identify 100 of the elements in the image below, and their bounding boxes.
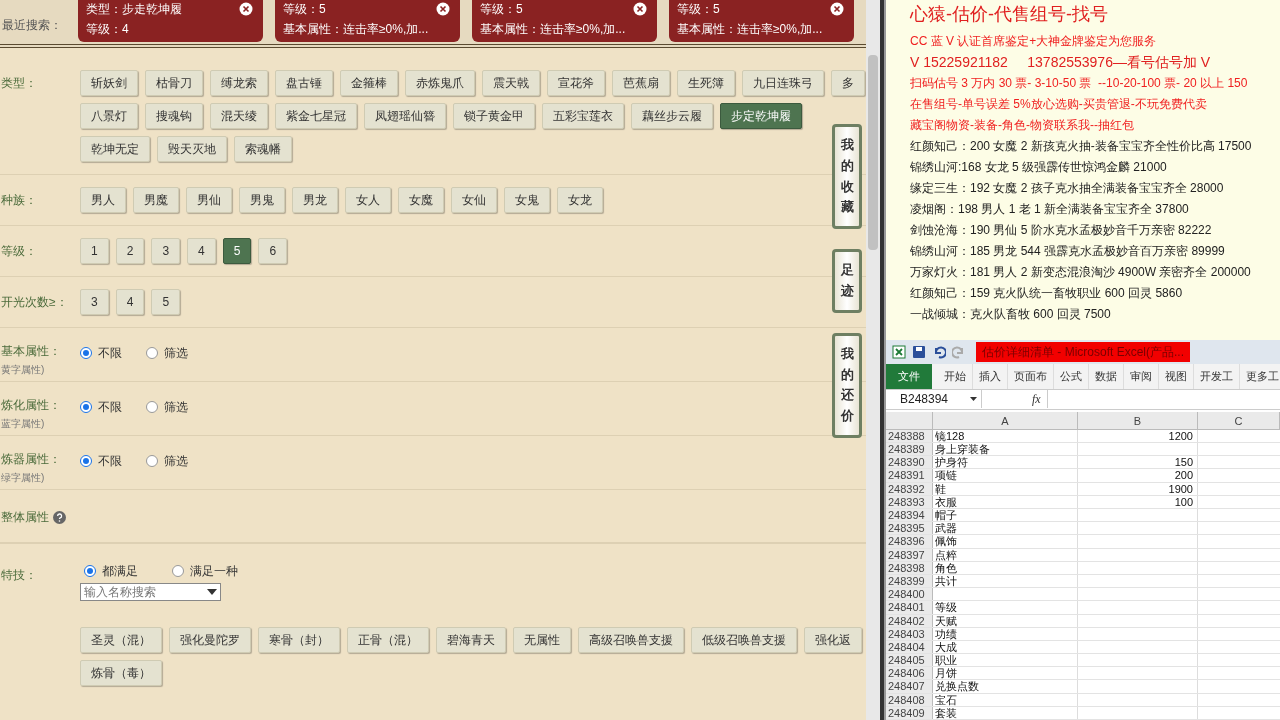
option-button[interactable]: 八景灯 [80, 103, 138, 129]
option-button[interactable]: 搜魂钩 [145, 103, 203, 129]
ribbon-tab[interactable]: 公式 [1054, 363, 1089, 389]
search-card[interactable]: 等级：5 基本属性：连击率≥0%,加... [275, 0, 460, 42]
option-button[interactable]: 3 [151, 238, 181, 264]
option-button[interactable]: 强化返 [804, 627, 862, 653]
option-button[interactable]: 乾坤无定 [80, 136, 150, 162]
option-button[interactable]: 生死簿 [677, 70, 735, 96]
column-header[interactable]: B [1078, 411, 1198, 429]
option-button[interactable]: 金箍棒 [340, 70, 398, 96]
radio-option[interactable]: 不限 [80, 398, 122, 416]
ribbon-tab[interactable]: 更多工 [1240, 363, 1280, 389]
option-button[interactable]: 赤炼鬼爪 [405, 70, 475, 96]
radio-option[interactable]: 都满足 [84, 562, 138, 580]
option-button[interactable]: 盘古锤 [275, 70, 333, 96]
option-button[interactable]: 索魂幡 [234, 136, 292, 162]
option-button[interactable]: 4 [187, 238, 216, 264]
option-button[interactable]: 女鬼 [504, 187, 550, 213]
search-dropdown[interactable]: 输入名称搜索 [80, 583, 221, 601]
row-number[interactable]: 248395 [886, 522, 933, 535]
row-number[interactable]: 248396 [886, 535, 933, 548]
search-card[interactable]: 类型：步走乾坤履 等级：4 [78, 0, 263, 42]
option-button[interactable]: 多 [831, 70, 865, 96]
undo-icon[interactable] [932, 344, 946, 359]
option-button[interactable]: 2 [115, 238, 145, 264]
close-icon[interactable] [436, 2, 450, 16]
option-button[interactable]: 3 [80, 289, 109, 315]
row-number[interactable]: 248394 [886, 509, 933, 522]
option-button[interactable]: 男鬼 [239, 187, 285, 213]
option-button[interactable]: 男人 [80, 187, 126, 213]
option-button[interactable]: 女龙 [557, 187, 603, 213]
option-button[interactable]: 女人 [345, 187, 391, 213]
radio-option[interactable]: 筛选 [146, 452, 188, 470]
side-tab[interactable]: 足迹 [832, 249, 862, 313]
row-number[interactable]: 248406 [886, 667, 933, 680]
option-button[interactable]: 4 [115, 289, 145, 315]
option-button[interactable]: 男仙 [186, 187, 232, 213]
row-number[interactable]: 248400 [886, 588, 933, 601]
side-tab[interactable]: 我的收藏 [832, 124, 862, 230]
option-button[interactable]: 1 [80, 238, 109, 264]
radio-option[interactable]: 不限 [80, 452, 122, 470]
option-button[interactable]: 震天戟 [482, 70, 540, 96]
row-number[interactable]: 248391 [886, 469, 933, 482]
radio-option[interactable]: 筛选 [146, 344, 188, 362]
row-number[interactable]: 248390 [886, 456, 933, 469]
option-button[interactable]: 芭蕉扇 [612, 70, 670, 96]
option-button[interactable]: 寒骨（封） [258, 627, 340, 653]
ribbon-tab[interactable]: 数据 [1089, 363, 1124, 389]
ribbon-tab[interactable]: 文件 [886, 363, 932, 389]
option-button[interactable]: 碧海青天 [436, 627, 506, 653]
option-button[interactable]: 低级召唤兽支援 [691, 627, 797, 653]
row-number[interactable]: 248401 [886, 601, 933, 614]
close-icon[interactable] [239, 2, 253, 16]
row-number[interactable]: 248405 [886, 654, 933, 667]
option-button[interactable]: 凤翅瑶仙簪 [364, 103, 446, 129]
option-button[interactable]: 男魔 [133, 187, 179, 213]
save-icon[interactable] [912, 344, 926, 359]
ribbon-tab[interactable]: 页面布 [1008, 363, 1054, 389]
option-button[interactable]: 枯骨刀 [145, 70, 203, 96]
option-button[interactable]: 5 [151, 289, 181, 315]
option-button[interactable]: 锁子黄金甲 [453, 103, 535, 129]
ribbon-tab[interactable]: 视图 [1159, 363, 1194, 389]
option-button[interactable]: 混天绫 [210, 103, 268, 129]
ribbon-tab[interactable]: 开发工 [1194, 363, 1240, 389]
option-button[interactable]: 6 [258, 238, 288, 264]
row-number[interactable]: 248389 [886, 443, 933, 456]
option-button[interactable]: 紫金七星冠 [275, 103, 357, 129]
option-button[interactable]: 圣灵（混） [80, 627, 162, 653]
help-icon[interactable] [53, 510, 66, 524]
side-tab[interactable]: 我的还价 [832, 332, 862, 438]
function-button[interactable]: fx [1032, 390, 1041, 409]
search-card[interactable]: 等级：5 基本属性：连击率≥0%,加... [669, 0, 854, 42]
ribbon-tab[interactable]: 审阅 [1124, 363, 1159, 389]
option-button[interactable]: 藕丝步云履 [631, 103, 713, 129]
radio-option[interactable]: 筛选 [146, 398, 188, 416]
option-button[interactable]: 女仙 [451, 187, 497, 213]
option-button[interactable]: 毁天灭地 [157, 136, 227, 162]
row-number[interactable]: 248407 [886, 680, 933, 693]
option-button[interactable]: 九日连珠弓 [742, 70, 824, 96]
option-button[interactable]: 无属性 [513, 627, 571, 653]
option-button[interactable]: 步定乾坤履 [720, 103, 802, 129]
close-icon[interactable] [633, 2, 647, 16]
scroll-bar[interactable] [866, 0, 880, 720]
column-header[interactable]: C [1198, 411, 1280, 429]
option-button[interactable]: 正骨（混） [347, 627, 429, 653]
close-icon[interactable] [830, 2, 844, 16]
ribbon-tab[interactable]: 插入 [973, 363, 1008, 389]
option-button[interactable]: 强化曼陀罗 [169, 627, 251, 653]
option-button[interactable]: 女魔 [398, 187, 444, 213]
option-button[interactable]: 缚龙索 [210, 70, 268, 96]
option-button[interactable]: 5 [222, 238, 252, 264]
radio-option[interactable]: 不限 [80, 344, 122, 362]
option-button[interactable]: 男龙 [292, 187, 338, 213]
name-box[interactable]: B248394 [886, 390, 982, 409]
option-button[interactable]: 炼骨（毒） [80, 660, 162, 686]
option-button[interactable]: 宣花斧 [547, 70, 605, 96]
radio-option[interactable]: 满足一种 [172, 562, 238, 580]
option-button[interactable]: 斩妖剑 [80, 70, 138, 96]
option-button[interactable]: 高级召唤兽支援 [578, 627, 684, 653]
search-card[interactable]: 等级：5 基本属性：连击率≥0%,加... [472, 0, 657, 42]
